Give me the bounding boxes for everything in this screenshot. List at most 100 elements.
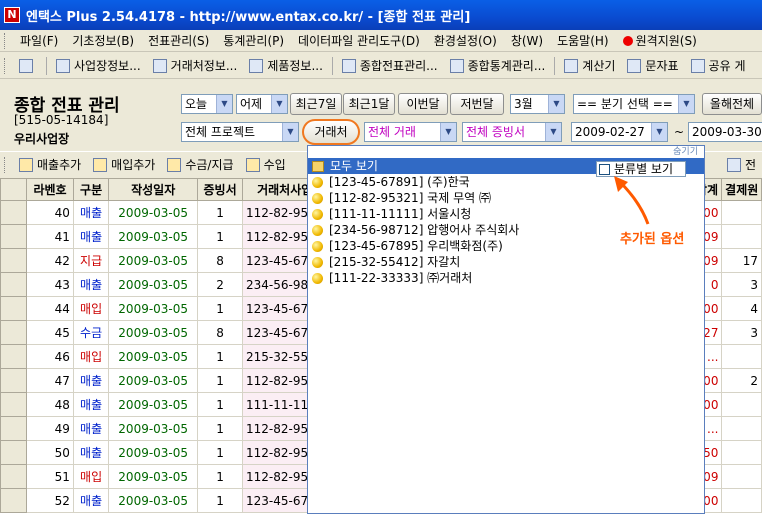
right-toolbar-button[interactable]: 전: [721, 154, 762, 176]
toolbar-grip[interactable]: [4, 57, 7, 74]
menu-basic-info[interactable]: 기초정보(B): [65, 32, 141, 49]
client-info-button[interactable]: 거래처정보...: [147, 55, 244, 77]
menu-help[interactable]: 도움말(H): [550, 32, 616, 49]
cell-type[interactable]: 매출: [72, 440, 110, 465]
cell-evidence[interactable]: 1: [197, 464, 244, 489]
today-select[interactable]: 오늘 ▼: [181, 94, 233, 114]
cell-date[interactable]: 2009-03-05: [108, 440, 199, 465]
date-from-picker[interactable]: 2009-02-27 ▼: [571, 122, 668, 142]
menu-remote-support[interactable]: 원격지원(S): [616, 32, 704, 49]
share-button[interactable]: 공유 게: [685, 55, 752, 77]
cell-evidence[interactable]: 1: [197, 488, 244, 513]
cell-evidence[interactable]: 8: [197, 320, 244, 345]
cell-type[interactable]: 매출: [72, 272, 110, 297]
cell-payment[interactable]: 4: [721, 296, 762, 321]
yesterday-select[interactable]: 어제 ▼: [236, 94, 288, 114]
cell-payment[interactable]: [721, 416, 762, 441]
add-purchase-button[interactable]: 매입추가: [87, 154, 161, 176]
cell-evidence[interactable]: 1: [197, 392, 244, 417]
action-toolbar-grip[interactable]: [4, 156, 7, 173]
cell-date[interactable]: 2009-03-05: [108, 344, 199, 369]
this-month-button[interactable]: 이번달: [398, 93, 448, 115]
col-header-payment[interactable]: 결제원: [721, 178, 762, 201]
menu-data-tools[interactable]: 데이터파일 관리도구(D): [291, 32, 427, 49]
last-month-button[interactable]: 저번달: [450, 93, 504, 115]
cell-date[interactable]: 2009-03-05: [108, 488, 199, 513]
calculator-button[interactable]: 계산기: [558, 55, 621, 77]
cell-evidence[interactable]: 1: [197, 224, 244, 249]
col-header-number[interactable]: 라벤호: [26, 178, 74, 201]
col-header-date[interactable]: 작성일자: [108, 178, 199, 201]
menu-window[interactable]: 창(W): [504, 32, 550, 49]
cell-evidence[interactable]: 1: [197, 200, 244, 225]
cell-payment[interactable]: [721, 488, 762, 513]
cell-date[interactable]: 2009-03-05: [108, 200, 199, 225]
cell-evidence[interactable]: 1: [197, 368, 244, 393]
cell-date[interactable]: 2009-03-05: [108, 464, 199, 489]
cell-number[interactable]: 50: [26, 440, 74, 465]
menu-settings[interactable]: 환경설정(O): [427, 32, 504, 49]
cell-number[interactable]: 48: [26, 392, 74, 417]
cell-number[interactable]: 43: [26, 272, 74, 297]
menu-voucher[interactable]: 전표관리(S): [141, 32, 216, 49]
stats-manage-button[interactable]: 종합통계관리...: [444, 55, 552, 77]
cell-evidence[interactable]: 2: [197, 272, 244, 297]
collapse-link[interactable]: 숨기기: [308, 146, 704, 158]
cell-type[interactable]: 수금: [72, 320, 110, 345]
quarter-select[interactable]: == 분기 선택 == ▼: [573, 94, 695, 114]
cell-evidence[interactable]: 1: [197, 416, 244, 441]
evidence-select[interactable]: 전체 증빙서 ▼: [462, 122, 562, 142]
cell-payment[interactable]: 3: [721, 320, 762, 345]
refresh-button[interactable]: [13, 55, 43, 77]
cell-payment[interactable]: 17: [721, 248, 762, 273]
cell-payment[interactable]: [721, 200, 762, 225]
product-info-button[interactable]: 제품정보...: [243, 55, 329, 77]
cell-type[interactable]: 매출: [72, 200, 110, 225]
client-option[interactable]: [215-32-55412] 자갈치: [308, 254, 704, 270]
recent-1-month-button[interactable]: 최근1달: [343, 93, 395, 115]
cell-type[interactable]: 매출: [72, 368, 110, 393]
cell-number[interactable]: 45: [26, 320, 74, 345]
cell-payment[interactable]: [721, 440, 762, 465]
cell-number[interactable]: 44: [26, 296, 74, 321]
col-header-evidence[interactable]: 증빙서: [197, 178, 244, 201]
col-header-type[interactable]: 구분: [72, 178, 110, 201]
cell-date[interactable]: 2009-03-05: [108, 416, 199, 441]
menu-file[interactable]: 파일(F): [13, 32, 65, 49]
cell-number[interactable]: 52: [26, 488, 74, 513]
cell-type[interactable]: 매출: [72, 224, 110, 249]
cell-date[interactable]: 2009-03-05: [108, 248, 199, 273]
cell-number[interactable]: 40: [26, 200, 74, 225]
cell-payment[interactable]: [721, 224, 762, 249]
cell-payment[interactable]: 3: [721, 272, 762, 297]
cell-type[interactable]: 매출: [72, 416, 110, 441]
cell-number[interactable]: 42: [26, 248, 74, 273]
whole-year-button[interactable]: 올해전체: [702, 93, 762, 115]
menu-statistics[interactable]: 통계관리(P): [216, 32, 291, 49]
grip-handle[interactable]: [4, 32, 7, 49]
voucher-manage-button[interactable]: 종합전표관리...: [336, 55, 444, 77]
add-sale-button[interactable]: 매출추가: [13, 154, 87, 176]
cell-evidence[interactable]: 1: [197, 440, 244, 465]
char-map-button[interactable]: 문자표: [621, 55, 684, 77]
cell-date[interactable]: 2009-03-05: [108, 368, 199, 393]
cell-type[interactable]: 매입: [72, 344, 110, 369]
cell-date[interactable]: 2009-03-05: [108, 296, 199, 321]
cell-evidence[interactable]: 1: [197, 296, 244, 321]
date-to-picker[interactable]: 2009-03-30: [688, 122, 762, 142]
cell-number[interactable]: 51: [26, 464, 74, 489]
receive-pay-button[interactable]: 수금/지급: [161, 154, 239, 176]
cell-payment[interactable]: [721, 392, 762, 417]
recent-7-days-button[interactable]: 최근7일: [290, 93, 342, 115]
client-option[interactable]: [111-22-33333] ㈜거래처: [308, 270, 704, 286]
cell-date[interactable]: 2009-03-05: [108, 320, 199, 345]
cell-type[interactable]: 매입: [72, 464, 110, 489]
trade-type-select[interactable]: 전체 거래 ▼: [364, 122, 457, 142]
cell-payment[interactable]: [721, 344, 762, 369]
cell-number[interactable]: 47: [26, 368, 74, 393]
cell-type[interactable]: 지급: [72, 248, 110, 273]
cell-evidence[interactable]: 8: [197, 248, 244, 273]
cell-type[interactable]: 매출: [72, 392, 110, 417]
cell-date[interactable]: 2009-03-05: [108, 392, 199, 417]
cell-number[interactable]: 46: [26, 344, 74, 369]
